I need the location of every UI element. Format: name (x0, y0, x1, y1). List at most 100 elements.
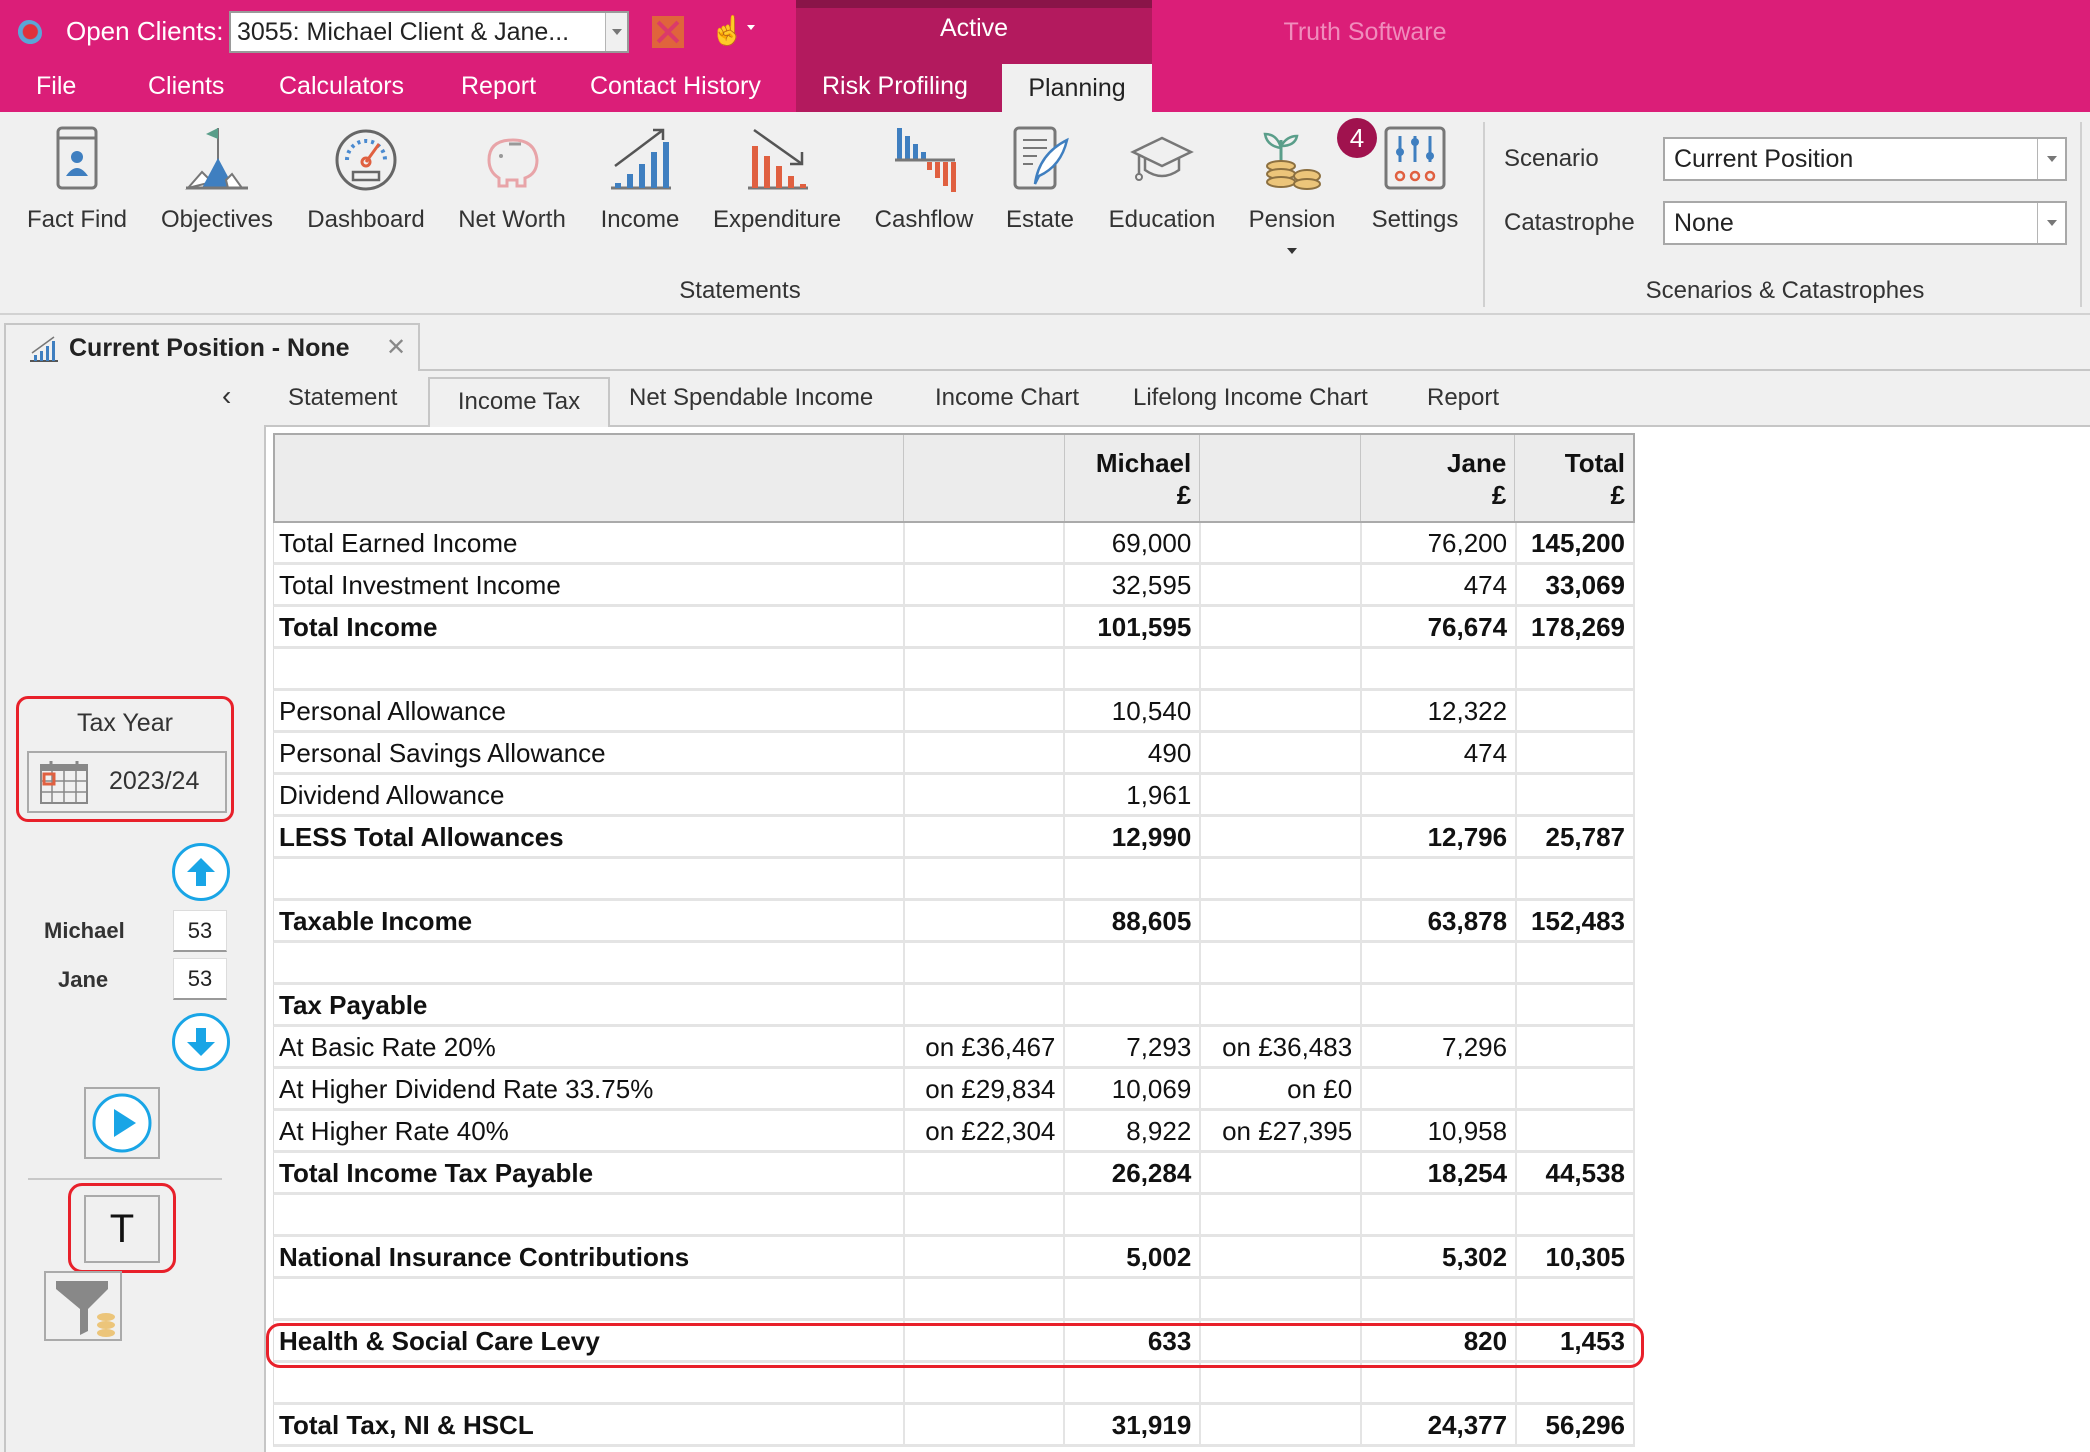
menu-risk-profiling[interactable]: Risk Profiling (822, 72, 968, 101)
michael-amount-cell (1065, 985, 1202, 1024)
income-button[interactable]: Income (594, 122, 686, 252)
michael-basis-cell (905, 1405, 1066, 1444)
filter-coins-icon (56, 1281, 115, 1337)
jane-basis-cell (1201, 691, 1363, 730)
objectives-label: Objectives (160, 206, 274, 233)
chevron-down-icon[interactable] (747, 25, 755, 48)
fact-find-button[interactable]: Fact Find (14, 122, 140, 252)
income-tax-table: Michael £ Jane £ Total £ Total Earned In… (273, 433, 1636, 1447)
jane-basis-cell (1201, 1279, 1363, 1318)
michael-amount-cell: 8,922 (1065, 1111, 1202, 1150)
row-label: Personal Allowance (274, 691, 905, 730)
subtab-report[interactable]: Report (1427, 384, 1499, 412)
jane-basis-cell (1201, 1321, 1363, 1360)
jane-amount-cell: 18,254 (1362, 1153, 1518, 1192)
menu-calculators[interactable]: Calculators (279, 72, 404, 101)
table-row: Total Investment Income 32,595 474 33,069 (273, 565, 1636, 607)
michael-basis-cell (905, 691, 1066, 730)
menu-file[interactable]: File (36, 72, 76, 101)
total-amount-cell (1517, 1279, 1636, 1318)
objectives-icon (182, 122, 252, 194)
close-client-icon[interactable] (652, 16, 684, 48)
subtab-lifelong-income-chart[interactable]: Lifelong Income Chart (1133, 384, 1368, 412)
arrow-down-icon (187, 1028, 215, 1056)
jane-amount-cell: 474 (1362, 733, 1518, 772)
hand-pointer-icon[interactable]: ☝ (710, 14, 745, 48)
menu-contact-history[interactable]: Contact History (590, 72, 761, 101)
text-view-button[interactable]: T (84, 1195, 160, 1263)
michael-basis-cell (905, 817, 1066, 856)
total-amount-cell (1517, 1111, 1636, 1150)
open-clients-dropdown[interactable]: 3055: Michael Client & Jane... (229, 11, 629, 53)
row-label (274, 1195, 905, 1234)
subtab-statement[interactable]: Statement (288, 384, 397, 412)
jane-basis-cell (1201, 901, 1363, 940)
catastrophe-dropdown[interactable]: None (1663, 201, 2067, 245)
cashflow-button[interactable]: Cashflow (868, 122, 980, 252)
play-button[interactable] (84, 1087, 160, 1159)
row-label: At Higher Dividend Rate 33.75% (274, 1069, 905, 1108)
michael-basis-cell (905, 649, 1066, 688)
menu-report[interactable]: Report (461, 72, 536, 101)
table-row: Total Earned Income 69,000 76,200 145,200 (273, 523, 1636, 565)
jane-amount-cell: 12,322 (1362, 691, 1518, 730)
objectives-button[interactable]: Objectives (152, 122, 282, 252)
michael-amount-cell (1065, 1363, 1202, 1402)
dashboard-label: Dashboard (307, 206, 425, 233)
scenario-dropdown[interactable]: Current Position (1663, 137, 2067, 181)
row-label: National Insurance Contributions (274, 1237, 905, 1276)
michael-basis-cell (905, 565, 1066, 604)
subtab-income-chart[interactable]: Income Chart (935, 384, 1079, 412)
header-jane-currency: £ (1491, 480, 1507, 510)
menu-clients[interactable]: Clients (148, 72, 224, 101)
michael-amount-cell: 101,595 (1065, 607, 1202, 646)
pension-coins-icon: 4 (1257, 118, 1377, 194)
dashboard-icon (331, 122, 401, 194)
michael-basis-cell: on £29,834 (905, 1069, 1066, 1108)
dashboard-button[interactable]: Dashboard (298, 122, 434, 252)
michael-basis-cell (905, 1153, 1066, 1192)
pension-button[interactable]: 4 Pension (1240, 118, 1377, 254)
total-amount-cell: 178,269 (1517, 607, 1636, 646)
michael-amount-cell (1065, 943, 1202, 982)
total-amount-cell (1517, 859, 1636, 898)
subtab-income-tax[interactable]: Income Tax (428, 377, 610, 427)
chevron-down-icon[interactable] (2037, 203, 2065, 243)
document-tab[interactable]: Current Position - None ✕ (4, 323, 420, 371)
menu-planning[interactable]: Planning (1002, 64, 1152, 112)
collapse-panel-chevron-icon[interactable]: ‹ (222, 380, 231, 412)
row-label: Personal Savings Allowance (274, 733, 905, 772)
expenditure-button[interactable]: Expenditure (706, 122, 848, 252)
fact-find-icon (42, 122, 112, 194)
michael-amount-cell: 10,069 (1065, 1069, 1202, 1108)
settings-button[interactable]: Settings (1360, 122, 1470, 252)
pension-dropdown-caret[interactable] (1287, 248, 1297, 254)
next-year-button[interactable] (172, 1013, 230, 1071)
previous-year-button[interactable] (172, 843, 230, 901)
ribbon-group-divider (2080, 122, 2082, 307)
estate-button[interactable]: Estate (996, 122, 1084, 252)
expenditure-label: Expenditure (712, 206, 842, 233)
chevron-down-icon[interactable] (605, 13, 627, 51)
document-tab-title: Current Position - None (69, 334, 350, 362)
header-total-currency: £ (1610, 480, 1625, 510)
income-label: Income (600, 206, 680, 233)
cashflow-label: Cashflow (874, 206, 974, 233)
total-amount-cell (1517, 649, 1636, 688)
tax-year-picker[interactable]: 2023/24 (27, 751, 227, 813)
column-header-michael-basis (904, 435, 1065, 521)
jane-amount-cell: 12,796 (1362, 817, 1518, 856)
total-amount-cell: 33,069 (1517, 565, 1636, 604)
row-label: LESS Total Allowances (274, 817, 905, 856)
fact-find-label: Fact Find (26, 206, 128, 233)
education-button[interactable]: Education (1100, 122, 1224, 252)
row-label (274, 1279, 905, 1318)
michael-basis-cell: on £36,467 (905, 1027, 1066, 1066)
close-icon[interactable]: ✕ (386, 333, 406, 362)
jane-basis-cell: on £36,483 (1201, 1027, 1363, 1066)
filter-button[interactable] (44, 1271, 122, 1341)
chevron-down-icon[interactable] (2037, 139, 2065, 179)
estate-label: Estate (1005, 206, 1075, 233)
subtab-net-spendable-income[interactable]: Net Spendable Income (629, 384, 873, 412)
net-worth-button[interactable]: Net Worth (448, 122, 576, 252)
